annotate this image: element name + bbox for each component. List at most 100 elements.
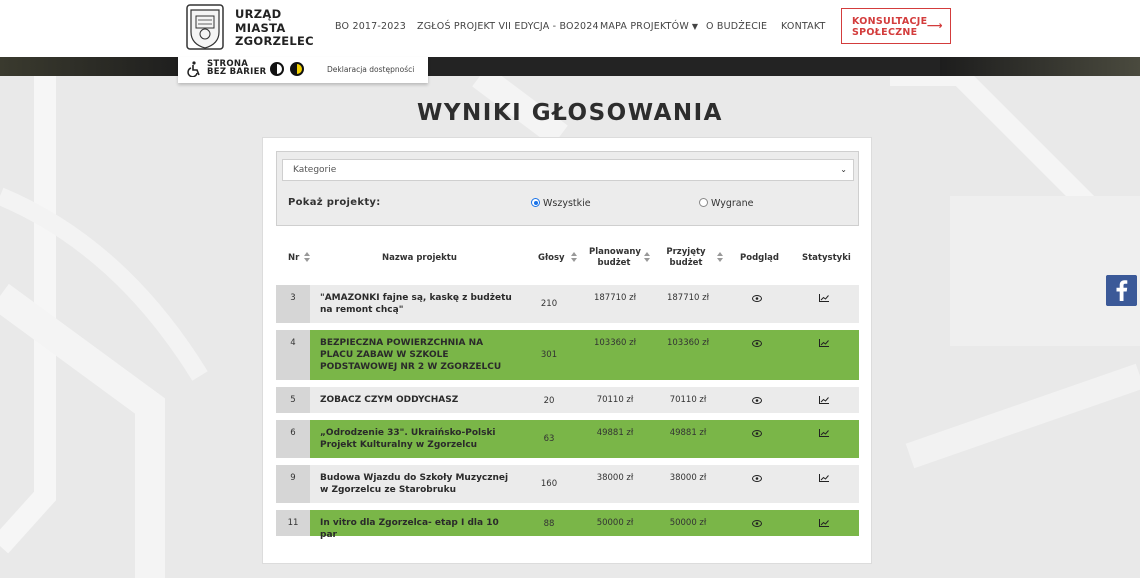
chevron-down-icon: ⌄	[840, 165, 847, 174]
hero-image-strip	[0, 57, 1140, 76]
accepted-budget-value: 70110 zł	[669, 395, 707, 405]
table-row[interactable]: 5 ZOBACZ CZYM ODDYCHASZ 20 70110 zł 7011…	[276, 387, 859, 413]
planned-budget-value: 50000 zł	[596, 518, 634, 528]
nav-projects-map[interactable]: MAPA PROJEKTÓW ▼	[600, 21, 698, 32]
col-accepted-line-2: budżet	[669, 257, 703, 268]
sort-icon[interactable]	[644, 252, 650, 262]
eye-icon[interactable]	[752, 340, 762, 347]
city-crest-logo[interactable]	[186, 4, 224, 50]
category-select-value: Kategorie	[293, 165, 337, 175]
facebook-icon[interactable]	[1106, 275, 1137, 306]
col-project-name: Nazwa projektu	[382, 253, 457, 263]
table-row[interactable]: 11 In vitro dla Zgorzelca- etap I dla 10…	[276, 510, 859, 540]
votes-value: 210	[540, 299, 558, 309]
eye-icon[interactable]	[752, 295, 762, 302]
accepted-budget-value: 49881 zł	[669, 428, 707, 438]
chart-line-icon[interactable]	[819, 519, 829, 527]
radio-winners-label: Wygrane	[711, 198, 754, 209]
public-consultations-button[interactable]: KONSULTACJE SPOŁECZNE ⟶	[841, 8, 951, 44]
nav-projects-map-label: MAPA PROJEKTÓW	[600, 21, 689, 32]
table-row[interactable]: 9 Budowa Wjazdu do Szkoły Muzycznej w Zg…	[276, 465, 859, 503]
eye-icon[interactable]	[752, 397, 762, 404]
nav-about-budget[interactable]: O BUDŻECIE	[706, 21, 767, 32]
votes-value: 160	[540, 479, 558, 489]
table-header: Nr Nazwa projektu Głosy Planowany budżet…	[276, 243, 859, 273]
accessibility-declaration-link[interactable]: Deklaracja dostępności	[327, 65, 414, 74]
sort-icon[interactable]	[304, 252, 310, 262]
eye-icon[interactable]	[752, 430, 762, 437]
row-nr: 9	[276, 465, 310, 503]
contrast-icon[interactable]	[270, 62, 284, 76]
sort-icon[interactable]	[717, 252, 723, 262]
planned-budget-value: 49881 zł	[596, 428, 634, 438]
votes-value: 63	[543, 434, 555, 444]
results-card: Kategorie ⌄ Pokaż projekty: Wszystkie Wy…	[262, 137, 872, 564]
radio-winners[interactable]: Wygrane	[699, 198, 753, 209]
nav-bo-2017-2023[interactable]: BO 2017-2023	[335, 21, 406, 32]
nav-contact[interactable]: KONTAKT	[781, 21, 826, 32]
project-name[interactable]: ZOBACZ CZYM ODDYCHASZ	[320, 394, 516, 406]
col-planned-line-2: budżet	[597, 257, 631, 268]
radio-winners-indicator[interactable]	[699, 198, 708, 207]
arrow-right-icon: ⟶	[926, 19, 943, 32]
project-name[interactable]: "AMAZONKI fajne są, kaskę z budżetu na r…	[320, 292, 516, 316]
radio-all-label: Wszystkie	[543, 198, 591, 209]
city-name[interactable]: URZĄD MIASTA ZGORZELEC	[235, 7, 314, 49]
col-planned-line-1: Planowany	[589, 247, 641, 257]
project-name[interactable]: „Odrodzenie 33". Ukraińsko-Polski Projek…	[320, 427, 516, 451]
row-nr: 5	[276, 387, 310, 413]
planned-budget-value: 70110 zł	[596, 395, 634, 405]
barrier-free-line-2: BEZ BARIER	[207, 67, 267, 77]
nav-submit-project[interactable]: ZGŁOŚ PROJEKT VII EDYCJA - BO2024	[417, 21, 599, 32]
eye-icon[interactable]	[752, 475, 762, 482]
city-name-line-2: MIASTA	[235, 20, 286, 35]
accessibility-bar: STRONA BEZ BARIER Deklaracja dostępności	[178, 57, 428, 83]
site-header: URZĄD MIASTA ZGORZELEC BO 2017-2023 ZGŁO…	[0, 0, 1140, 57]
chevron-down-icon: ▼	[691, 22, 699, 31]
filter-panel: Kategorie ⌄ Pokaż projekty: Wszystkie Wy…	[276, 151, 859, 226]
city-name-line-3: ZGORZELEC	[235, 34, 314, 48]
col-preview: Podgląd	[740, 253, 779, 263]
table-row[interactable]: 3 "AMAZONKI fajne są, kaskę z budżetu na…	[276, 285, 859, 323]
table-row[interactable]: 6 „Odrodzenie 33". Ukraińsko-Polski Proj…	[276, 420, 859, 458]
col-accepted-line-1: Przyjęty	[666, 247, 706, 257]
chart-line-icon[interactable]	[819, 396, 829, 404]
col-stats: Statystyki	[802, 253, 851, 263]
accepted-budget-value: 50000 zł	[669, 518, 707, 528]
project-name[interactable]: In vitro dla Zgorzelca- etap I dla 10 pa…	[320, 517, 516, 541]
eye-icon[interactable]	[752, 520, 762, 527]
accepted-budget-value: 38000 zł	[669, 473, 707, 483]
table-row[interactable]: 4 BEZPIECZNA POWIERZCHNIA NA PLACU ZABAW…	[276, 330, 859, 380]
planned-budget-value: 38000 zł	[596, 473, 634, 483]
project-name[interactable]: BEZPIECZNA POWIERZCHNIA NA PLACU ZABAW W…	[320, 337, 516, 373]
votes-value: 88	[543, 519, 555, 529]
col-planned-budget[interactable]: Planowany budżet	[589, 247, 641, 268]
row-nr: 6	[276, 420, 310, 458]
category-select[interactable]: Kategorie ⌄	[282, 159, 854, 181]
planned-budget-value: 187710 zł	[593, 293, 637, 303]
chart-line-icon[interactable]	[819, 429, 829, 437]
contrast-yellow-icon[interactable]	[290, 62, 304, 76]
accepted-budget-value: 187710 zł	[666, 293, 710, 303]
sort-icon[interactable]	[571, 252, 577, 262]
row-nr: 4	[276, 330, 310, 380]
barrier-free-label[interactable]: STRONA BEZ BARIER	[207, 60, 267, 77]
chart-line-icon[interactable]	[819, 474, 829, 482]
city-name-line-1: URZĄD	[235, 7, 282, 21]
page-title: WYNIKI GŁOSOWANIA	[417, 100, 723, 126]
col-votes[interactable]: Głosy	[538, 253, 565, 264]
wheelchair-icon[interactable]	[187, 61, 202, 77]
row-nr: 11	[276, 510, 310, 536]
accepted-budget-value: 103360 zł	[666, 338, 710, 348]
row-nr: 3	[276, 285, 310, 323]
col-nr[interactable]: Nr	[288, 253, 299, 264]
votes-value: 20	[543, 396, 555, 406]
votes-value: 301	[540, 350, 558, 360]
show-projects-label: Pokaż projekty:	[288, 197, 381, 208]
radio-all-indicator[interactable]	[531, 198, 540, 207]
project-name[interactable]: Budowa Wjazdu do Szkoły Muzycznej w Zgor…	[320, 472, 516, 496]
radio-all[interactable]: Wszystkie	[531, 198, 591, 209]
col-accepted-budget[interactable]: Przyjęty budżet	[663, 247, 709, 268]
chart-line-icon[interactable]	[819, 294, 829, 302]
chart-line-icon[interactable]	[819, 339, 829, 347]
